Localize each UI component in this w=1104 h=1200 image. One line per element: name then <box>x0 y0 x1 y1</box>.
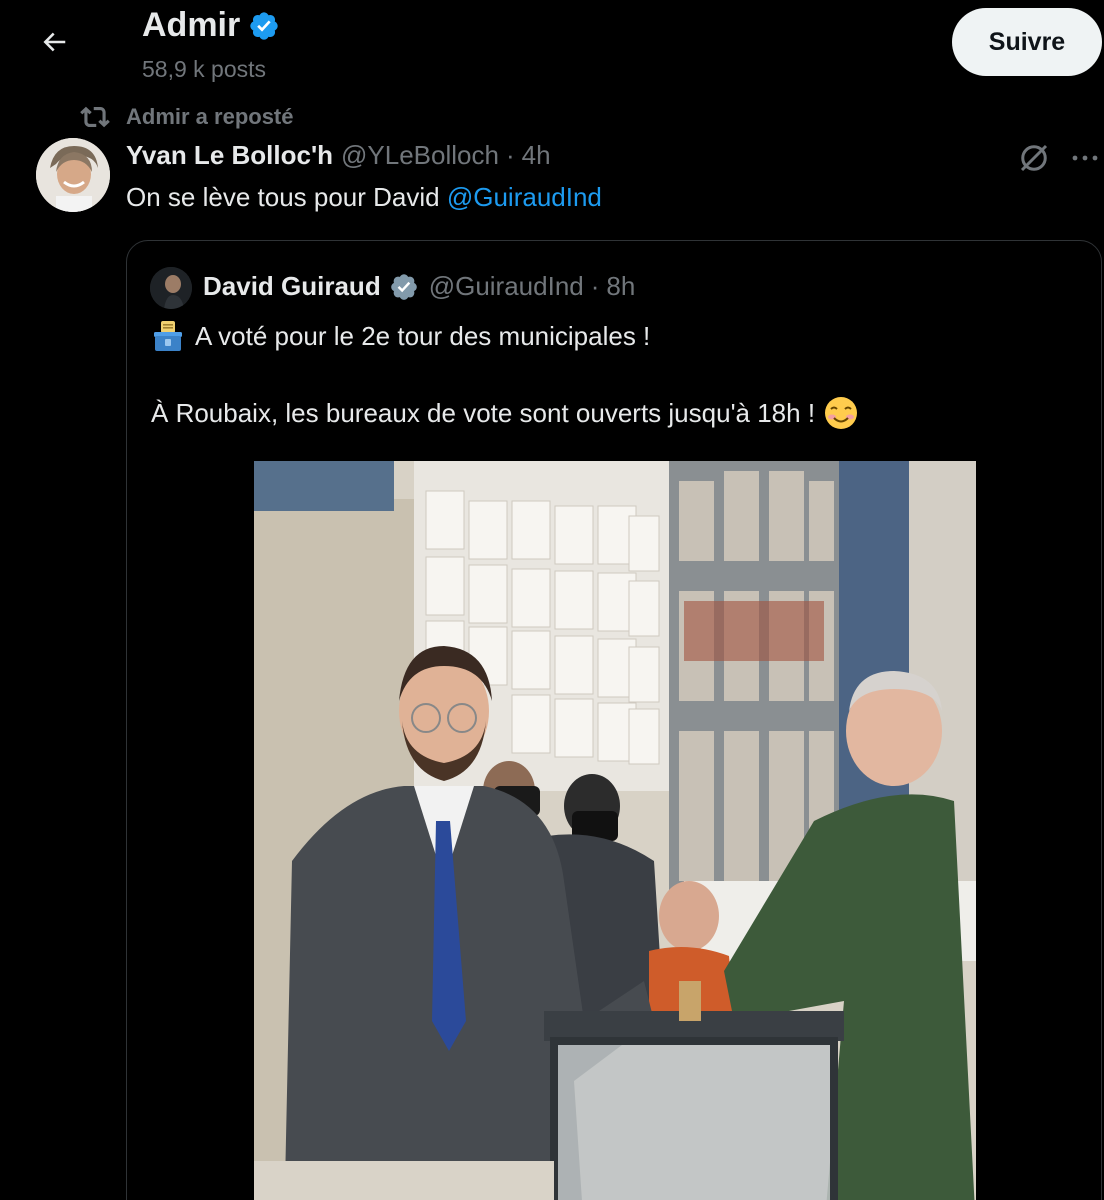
grok-icon[interactable] <box>1016 140 1052 176</box>
smiling-face-emoji <box>823 395 859 431</box>
tweet-text-body: On se lève tous pour David <box>126 182 440 212</box>
separator: · <box>505 140 515 170</box>
tweet-author-name[interactable]: Yvan Le Bolloc'h <box>126 140 333 171</box>
quoted-tweet-header: David Guiraud @GuiraudInd · 8h <box>203 271 635 302</box>
posts-count: 58,9 k posts <box>142 56 267 82</box>
quoted-text-line-2: À Roubaix, les bureaux de vote sont ouve… <box>151 395 859 431</box>
tweet-header: Yvan Le Bolloc'h @YLeBolloch · 4h <box>126 140 551 171</box>
repost-icon <box>80 106 110 128</box>
quoted-text-line-1: A voté pour le 2e tour des municipales ! <box>151 319 650 353</box>
quoted-text-1: A voté pour le 2e tour des municipales ! <box>195 320 651 351</box>
quoted-text-2: À Roubaix, les bureaux de vote sont ouve… <box>151 397 816 428</box>
separator: · <box>590 271 600 301</box>
profile-header: Admir 58,9 k posts Suivre <box>0 0 1104 96</box>
verified-badge-icon <box>248 10 280 42</box>
follow-button[interactable]: Suivre <box>952 8 1102 76</box>
quoted-author-name: David Guiraud <box>203 271 381 301</box>
mention-link[interactable]: @GuiraudInd <box>447 182 602 212</box>
repost-indicator[interactable]: Admir a reposté <box>80 102 294 132</box>
verified-badge-icon <box>389 272 419 302</box>
tweet-photo[interactable] <box>254 461 976 1200</box>
profile-name: Admir <box>142 6 280 45</box>
profile-name-text: Admir <box>142 6 241 44</box>
arrow-left-icon <box>43 32 66 52</box>
quoted-time: 8h <box>606 271 636 301</box>
tweet-author-handle[interactable]: @YLeBolloch <box>341 140 499 171</box>
tweet-text: On se lève tous pour David @GuiraudInd <box>126 182 602 213</box>
ballot-box-emoji <box>151 319 185 353</box>
tweet-time[interactable]: 4h <box>522 140 551 171</box>
quoted-tweet[interactable]: David Guiraud @GuiraudInd · 8h A voté po… <box>126 240 1102 1200</box>
quoted-author-handle: @GuiraudInd <box>428 271 584 301</box>
avatar[interactable] <box>36 138 110 212</box>
back-button[interactable] <box>28 20 80 64</box>
more-icon[interactable] <box>1068 146 1102 170</box>
repost-label: Admir a reposté <box>126 104 294 129</box>
avatar <box>150 267 192 309</box>
